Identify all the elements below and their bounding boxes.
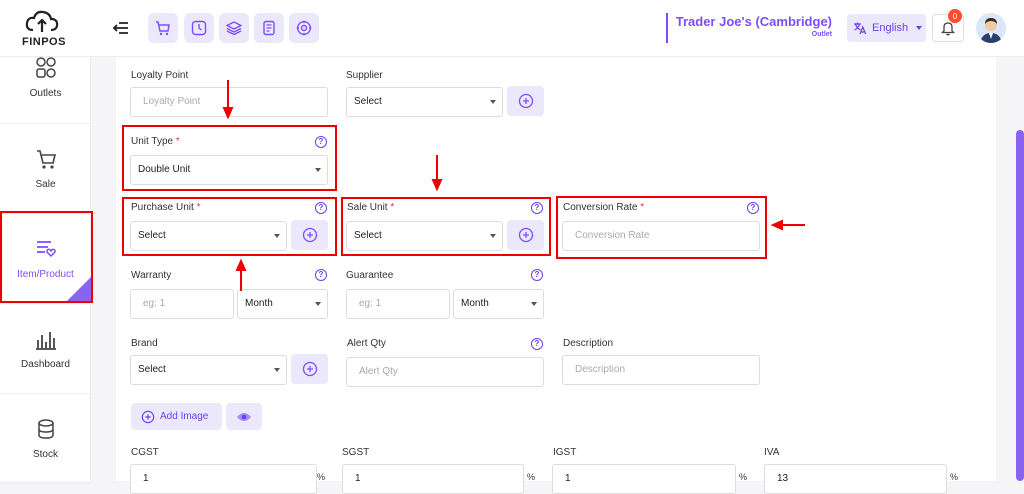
annotation-arrows xyxy=(222,80,805,291)
arrow-down-unit-type xyxy=(222,80,234,120)
arrow-down-sale-unit xyxy=(431,155,443,192)
arrow-left-conversion-rate xyxy=(770,219,805,231)
arrow-up-purchase-unit xyxy=(235,258,247,291)
scrollbar[interactable] xyxy=(1016,130,1024,481)
